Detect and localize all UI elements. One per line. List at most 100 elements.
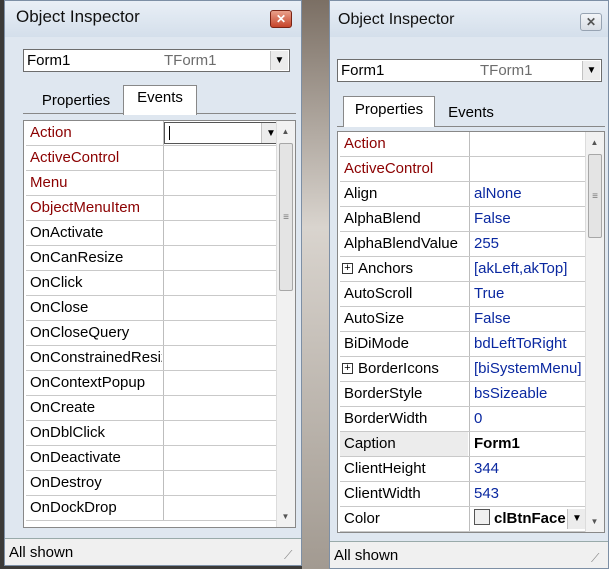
property-row[interactable]: Align alNone bbox=[340, 182, 586, 207]
scroll-down-icon[interactable]: ▼ bbox=[586, 513, 603, 530]
property-value[interactable]: False bbox=[470, 207, 586, 231]
tab-properties[interactable]: Properties bbox=[343, 96, 435, 127]
column-divider[interactable] bbox=[163, 246, 164, 270]
column-divider[interactable] bbox=[163, 271, 164, 295]
property-value[interactable]: Form1 bbox=[470, 432, 586, 456]
property-row[interactable]: Color clBtnFace ▼ bbox=[340, 507, 586, 532]
property-name: OnCanResize bbox=[26, 246, 162, 270]
property-row[interactable]: AlphaBlendValue 255 bbox=[340, 232, 586, 257]
property-row[interactable]: OnDestroy bbox=[26, 471, 277, 496]
chevron-down-icon[interactable]: ▼ bbox=[582, 61, 600, 80]
expand-icon[interactable]: + bbox=[342, 263, 353, 274]
property-value-text: False bbox=[474, 210, 511, 227]
column-divider[interactable] bbox=[163, 346, 164, 370]
property-row[interactable]: OnActivate bbox=[26, 221, 277, 246]
property-row[interactable]: OnClose bbox=[26, 296, 277, 321]
value-editor[interactable]: ▼ bbox=[164, 122, 281, 144]
window-title: Object Inspector bbox=[338, 11, 455, 28]
property-row[interactable]: + BorderIcons [biSystemMenu] bbox=[340, 357, 586, 382]
property-name: ObjectMenuItem bbox=[26, 196, 162, 220]
property-name: OnDeactivate bbox=[26, 446, 162, 470]
column-divider[interactable] bbox=[163, 371, 164, 395]
property-row[interactable]: ActiveControl bbox=[340, 157, 586, 182]
property-value[interactable]: [biSystemMenu] bbox=[470, 357, 586, 381]
column-divider[interactable] bbox=[163, 196, 164, 220]
property-row[interactable]: OnDeactivate bbox=[26, 446, 277, 471]
tab-properties[interactable]: Properties bbox=[33, 92, 119, 114]
property-row[interactable]: OnDockDrop bbox=[26, 496, 277, 521]
component-selector[interactable]: Form1 TForm1 ▼ bbox=[23, 49, 290, 72]
property-row[interactable]: + Anchors [akLeft,akTop] bbox=[340, 257, 586, 282]
property-row[interactable]: BorderWidth 0 bbox=[340, 407, 586, 432]
property-value[interactable]: True bbox=[470, 282, 586, 306]
property-row[interactable]: OnCreate bbox=[26, 396, 277, 421]
property-value[interactable]: bdLeftToRight bbox=[470, 332, 586, 356]
resize-grip-icon[interactable]: ⟋ bbox=[591, 551, 605, 565]
property-row[interactable]: Action bbox=[340, 132, 586, 157]
property-row[interactable]: ClientHeight 344 bbox=[340, 457, 586, 482]
property-row[interactable]: ClientWidth 543 bbox=[340, 482, 586, 507]
property-value-text: 255 bbox=[474, 235, 500, 252]
property-row[interactable]: ActiveControl bbox=[26, 146, 277, 171]
component-selector[interactable]: Form1 TForm1 ▼ bbox=[337, 59, 602, 82]
close-icon[interactable]: ✕ bbox=[270, 10, 292, 28]
property-row[interactable]: OnCloseQuery bbox=[26, 321, 277, 346]
scroll-up-icon[interactable]: ▲ bbox=[277, 123, 294, 140]
status-bar: All shown ⟋ bbox=[330, 541, 608, 568]
property-value[interactable]: 0 bbox=[470, 407, 586, 431]
tab-events[interactable]: Events bbox=[123, 85, 197, 115]
property-row[interactable]: Action ▼ bbox=[26, 121, 281, 146]
scroll-up-icon[interactable]: ▲ bbox=[586, 134, 603, 151]
scroll-down-icon[interactable]: ▼ bbox=[277, 508, 294, 525]
property-row[interactable]: BorderStyle bsSizeable bbox=[340, 382, 586, 407]
status-text: All shown bbox=[9, 544, 74, 561]
property-row[interactable]: Menu bbox=[26, 171, 277, 196]
property-value-text: [biSystemMenu] bbox=[474, 360, 582, 377]
property-row[interactable]: OnConstrainedResize bbox=[26, 346, 277, 371]
property-row[interactable]: AlphaBlend False bbox=[340, 207, 586, 232]
column-divider[interactable] bbox=[163, 471, 164, 495]
property-value[interactable]: 344 bbox=[470, 457, 586, 481]
column-divider[interactable] bbox=[163, 396, 164, 420]
property-row[interactable]: OnClick bbox=[26, 271, 277, 296]
column-divider[interactable] bbox=[163, 421, 164, 445]
property-value[interactable]: bsSizeable bbox=[470, 382, 586, 406]
property-row[interactable]: AutoScroll True bbox=[340, 282, 586, 307]
vertical-scrollbar[interactable]: ▲ ≡ ▼ bbox=[276, 121, 295, 527]
property-row[interactable]: OnCanResize bbox=[26, 246, 277, 271]
expand-icon[interactable]: + bbox=[342, 363, 353, 374]
property-row[interactable]: ObjectMenuItem bbox=[26, 196, 277, 221]
property-value[interactable]: alNone bbox=[470, 182, 586, 206]
column-divider[interactable] bbox=[163, 146, 164, 170]
column-divider[interactable] bbox=[163, 446, 164, 470]
property-row[interactable]: BiDiMode bdLeftToRight bbox=[340, 332, 586, 357]
property-row[interactable]: OnDblClick bbox=[26, 421, 277, 446]
vertical-scrollbar[interactable]: ▲ ≡ ▼ bbox=[585, 132, 604, 532]
property-value[interactable] bbox=[470, 157, 586, 181]
column-divider[interactable] bbox=[163, 496, 164, 520]
resize-grip-icon[interactable]: ⟋ bbox=[284, 548, 298, 562]
scroll-thumb[interactable]: ≡ bbox=[279, 143, 293, 291]
property-row[interactable]: OnContextPopup bbox=[26, 371, 277, 396]
property-value[interactable]: 543 bbox=[470, 482, 586, 506]
scroll-thumb[interactable]: ≡ bbox=[588, 154, 602, 238]
property-value[interactable]: clBtnFace ▼ bbox=[470, 507, 586, 531]
property-value[interactable]: False bbox=[470, 307, 586, 331]
property-value[interactable]: [akLeft,akTop] bbox=[470, 257, 586, 281]
close-icon[interactable]: ✕ bbox=[580, 13, 602, 31]
property-value-text: [akLeft,akTop] bbox=[474, 260, 568, 277]
property-name-text: OnContextPopup bbox=[30, 374, 146, 391]
property-value[interactable] bbox=[470, 132, 586, 156]
chevron-down-icon[interactable]: ▼ bbox=[270, 51, 288, 70]
column-divider[interactable] bbox=[163, 321, 164, 345]
tab-events[interactable]: Events bbox=[437, 104, 505, 126]
column-divider[interactable] bbox=[163, 296, 164, 320]
column-divider[interactable] bbox=[163, 221, 164, 245]
property-row[interactable]: Caption Form1 bbox=[340, 432, 586, 457]
title-bar[interactable]: Object Inspector ✕ bbox=[5, 1, 301, 37]
chevron-down-icon[interactable]: ▼ bbox=[567, 509, 586, 529]
title-bar[interactable]: Object Inspector ✕ bbox=[330, 1, 608, 37]
column-divider[interactable] bbox=[163, 171, 164, 195]
property-row[interactable]: AutoSize False bbox=[340, 307, 586, 332]
property-value[interactable]: 255 bbox=[470, 232, 586, 256]
